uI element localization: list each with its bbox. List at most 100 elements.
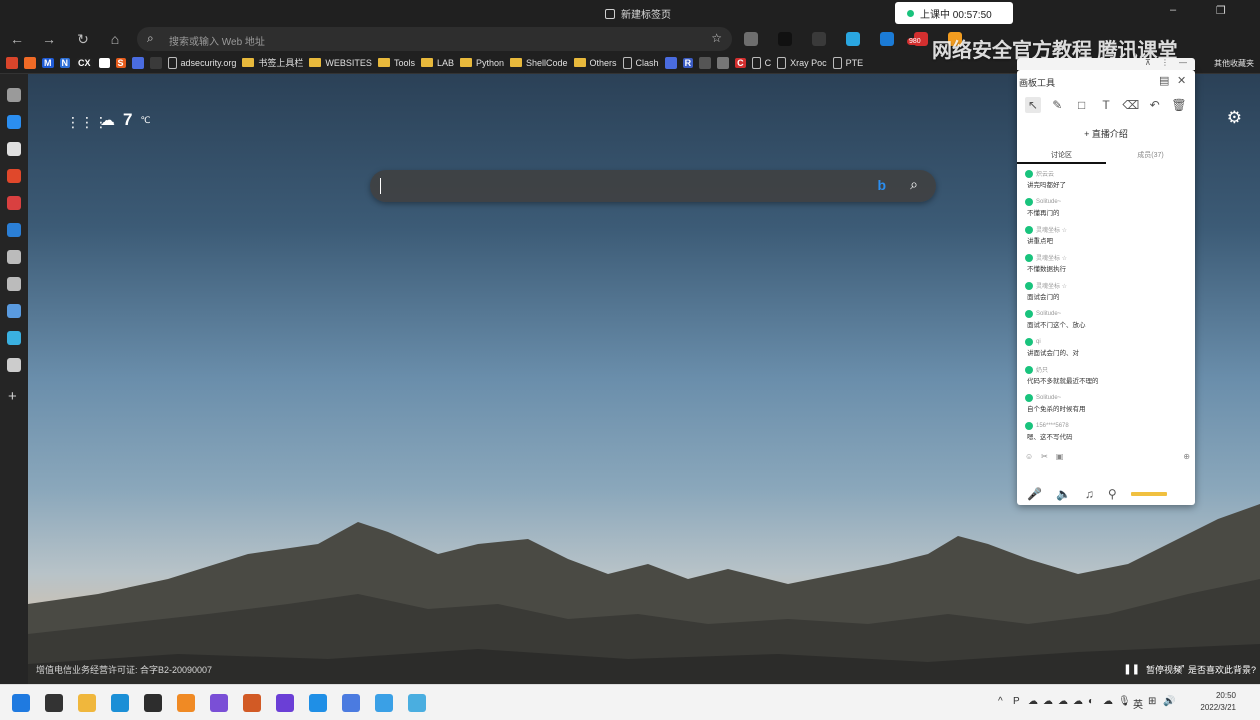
search-icon[interactable]: ⌕ — [910, 176, 918, 193]
ext-2-icon[interactable] — [778, 32, 792, 46]
other-favorites[interactable]: 其他收藏夹 — [1214, 58, 1260, 69]
bookmark-item[interactable]: adsecurity.org — [167, 56, 236, 69]
add-icon[interactable]: ⊕ — [1183, 452, 1190, 461]
dock-icon[interactable]: ▤ — [1159, 74, 1169, 87]
sidebar-add-button[interactable]: + — [8, 388, 17, 405]
bookmark-item[interactable]: R — [682, 57, 694, 68]
home-button[interactable]: ⌂ — [106, 30, 124, 48]
search-input[interactable]: b ⌕ — [370, 170, 936, 202]
doc-icon-2[interactable] — [7, 277, 21, 291]
tray-icon[interactable]: 🎙 — [1118, 696, 1131, 707]
music-icon[interactable]: ♫ — [1085, 487, 1094, 501]
bing-icon[interactable]: b — [877, 177, 886, 193]
address-bar[interactable]: ⌕ 搜索或输入 Web 地址 ☆ — [137, 27, 732, 51]
tray-icon[interactable]: ☁ — [1043, 696, 1053, 707]
bookmark-item[interactable]: M — [42, 57, 54, 68]
red-app-icon[interactable] — [7, 169, 21, 183]
bookmark-item[interactable]: S — [115, 57, 126, 68]
terminal-app-icon[interactable] — [45, 694, 63, 712]
select-tool-icon[interactable]: ↖ — [1025, 97, 1041, 113]
bookmark-item[interactable]: Tools — [377, 58, 415, 68]
bookmark-item[interactable]: C — [751, 56, 771, 69]
pen-tool-icon[interactable]: ✎ — [1049, 97, 1065, 113]
obsidian-icon[interactable] — [210, 694, 228, 712]
chat-tab[interactable]: 成员(37) — [1106, 150, 1195, 164]
bing-icon[interactable] — [7, 115, 21, 129]
favorite-icon[interactable]: ☆ — [711, 31, 722, 45]
scissors-icon[interactable]: ✂ — [1041, 452, 1048, 461]
pycharm-icon[interactable] — [309, 694, 327, 712]
pause-video-button[interactable]: ❚❚ 暂停视频 — [1123, 663, 1182, 676]
doc-icon[interactable] — [7, 250, 21, 264]
bookmark-item[interactable] — [699, 56, 712, 69]
live-status-pill[interactable]: 上课中 00:57:50 — [895, 2, 1013, 24]
terminal-icon[interactable] — [144, 694, 162, 712]
location-pin-icon[interactable]: ⚲ — [1108, 487, 1117, 501]
tray-icon[interactable]: P — [1013, 696, 1020, 707]
qq-icon[interactable] — [408, 694, 426, 712]
emoji-icon[interactable]: ☺ — [1025, 452, 1033, 461]
translate-icon[interactable] — [7, 223, 21, 237]
ext-3-icon[interactable] — [812, 32, 826, 46]
tray-icon[interactable]: ☁ — [1058, 696, 1068, 707]
tray-icon[interactable]: ☁ — [1028, 696, 1038, 707]
bookmark-item[interactable]: Python — [459, 58, 504, 68]
gear-icon[interactable]: ⚙ — [1227, 108, 1242, 128]
bookmark-item[interactable]: C — [735, 57, 746, 68]
system-clock[interactable]: 20:50 2022/3/21 — [1200, 690, 1236, 714]
feishu-icon[interactable] — [375, 694, 393, 712]
ext-4-icon[interactable] — [846, 32, 860, 46]
image-icon[interactable]: ▣ — [1056, 452, 1064, 461]
bookmark-item[interactable]: Clash — [622, 56, 659, 69]
minimize-button[interactable]: – — [1170, 4, 1176, 16]
arrow-app-icon[interactable] — [7, 331, 21, 345]
bookmark-item[interactable]: WEBSITES — [309, 58, 372, 68]
eraser-tool-icon[interactable]: ⌫ — [1122, 97, 1139, 113]
back-button[interactable]: ← — [8, 30, 26, 48]
tray-icon[interactable]: 英 — [1133, 696, 1143, 711]
bookmark-item[interactable]: PTE — [832, 56, 863, 69]
bookmark-item[interactable] — [6, 56, 18, 69]
tray-icon[interactable]: ☁ — [1103, 696, 1113, 707]
tray-icon[interactable]: 🔊 — [1163, 696, 1175, 707]
tray-icon[interactable]: ^ — [998, 696, 1003, 707]
weather-widget[interactable]: ☁ 7 ℃ — [100, 110, 151, 130]
panel-icon[interactable] — [7, 358, 21, 372]
live-intro-button[interactable]: + 直播介绍 — [1017, 127, 1195, 140]
bookmark-item[interactable] — [664, 56, 677, 69]
start-icon[interactable] — [12, 694, 30, 712]
bookmark-item[interactable] — [717, 56, 730, 69]
ext-5-icon[interactable] — [880, 32, 894, 46]
tray-icon[interactable]: ◐ — [1088, 696, 1094, 707]
chrome-icon[interactable] — [342, 694, 360, 712]
refresh-button[interactable]: ↻ — [74, 30, 92, 48]
bookmark-item[interactable] — [131, 56, 144, 69]
mail-app-icon[interactable] — [7, 196, 21, 210]
background-feedback-button[interactable]: ⤢ 是否喜欢此背景? — [1177, 663, 1256, 676]
edge-icon[interactable] — [111, 694, 129, 712]
chat-tab[interactable]: 讨论区 — [1017, 150, 1106, 164]
undo-tool-icon[interactable]: ↶ — [1147, 97, 1163, 113]
tray-icon[interactable]: ⊞ — [1148, 696, 1156, 707]
bookmark-item[interactable]: G — [98, 57, 110, 68]
rect-tool-icon[interactable]: □ — [1074, 97, 1090, 113]
bookmark-item[interactable] — [24, 56, 36, 69]
forward-button[interactable]: → — [40, 30, 58, 48]
bookmark-item[interactable]: 书签上具栏 — [242, 56, 303, 69]
sublime-icon[interactable] — [177, 694, 195, 712]
microphone-icon[interactable]: 🎤 — [1027, 487, 1042, 501]
file-explorer-icon[interactable] — [78, 694, 96, 712]
whiteboard-drag-bar[interactable]: ⊼ ⋮ — — [1017, 58, 1195, 70]
burp-icon[interactable] — [243, 694, 261, 712]
delete-tool-icon[interactable]: 🗑 — [1171, 97, 1187, 113]
bookmark-item[interactable]: CX — [76, 57, 93, 68]
bookmark-item[interactable]: N — [59, 57, 70, 68]
bookmark-item[interactable]: ShellCode — [510, 58, 568, 68]
active-tab[interactable]: 新建标签页 — [605, 6, 671, 21]
speaker-icon[interactable]: 🔈 — [1056, 487, 1071, 501]
bookmark-item[interactable]: Xray Poc — [777, 56, 827, 69]
bookmark-item[interactable] — [149, 56, 162, 69]
bookmark-item[interactable]: LAB — [420, 58, 454, 68]
bookmark-item[interactable]: Others — [573, 58, 617, 68]
maximize-button[interactable]: ❐ — [1216, 4, 1226, 17]
